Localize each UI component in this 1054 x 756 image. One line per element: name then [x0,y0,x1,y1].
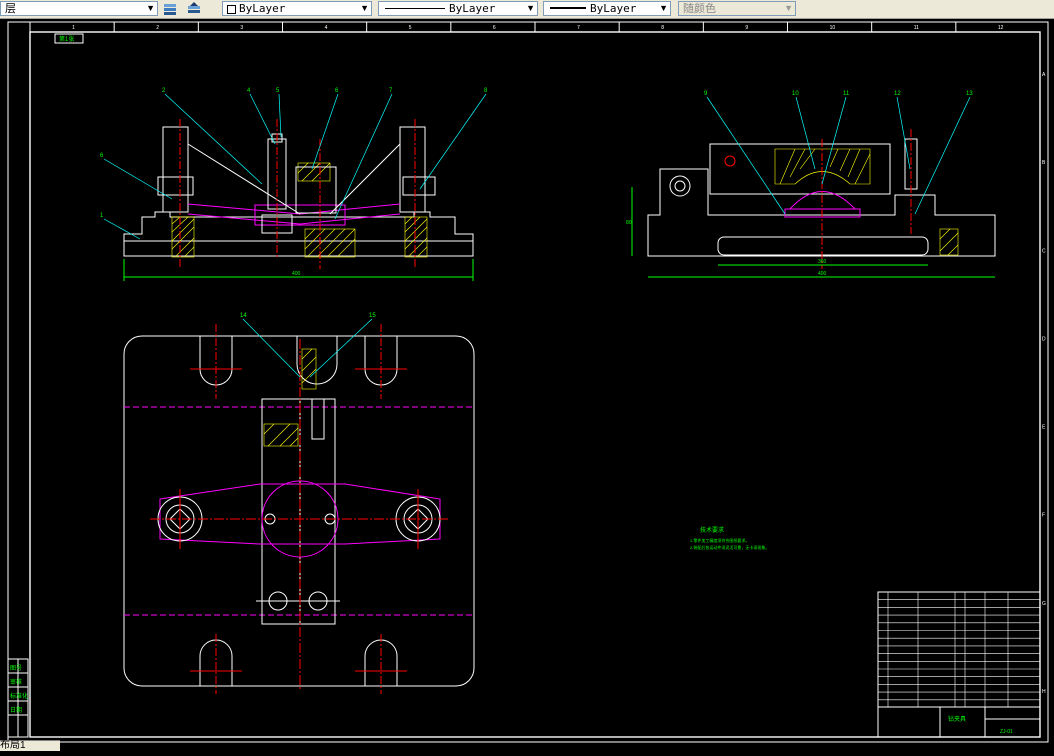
balloon: 10 [792,91,799,97]
column-number: 9 [745,25,748,31]
column-number: 1 [72,25,75,31]
chevron-down-icon: ▼ [784,3,793,13]
title-block: 钻夹具 ZJ-01 [877,591,1041,738]
column-number: 4 [325,25,328,31]
column-number: 5 [409,25,412,31]
left-strip-label: 图号 [10,665,22,672]
column-number: 10 [830,25,836,31]
layout-tab[interactable]: 布局1 [0,740,60,751]
column-number: 7 [577,25,580,31]
tech-line: 2.装配后各运动件须灵活可靠，无卡滞现象。 [690,544,769,550]
column-number: 8 [661,25,664,31]
balloon: 4 [247,88,251,94]
layer-dropdown[interactable]: 层 ▼ [0,1,158,16]
lineweight-dropdown[interactable]: ByLayer ▼ [543,1,671,16]
row-letter: D [1042,336,1046,342]
color-dropdown[interactable]: ByLayer ▼ [222,1,372,16]
left-strip-label: 标准化 [10,692,28,700]
row-letter: H [1042,689,1046,695]
plotstyle-dropdown[interactable]: 随颜色 ▼ [678,1,796,16]
column-numbers: 1 2 3 4 5 6 7 8 9 10 11 12 [29,22,1004,32]
column-number: 3 [240,25,243,31]
outer-frame [7,21,1049,743]
linetype-dropdown[interactable]: ByLayer ▼ [378,1,538,16]
balloon: 5 [276,88,280,94]
chevron-down-icon: ▼ [146,3,155,13]
layer-previous-icon[interactable] [186,1,202,16]
tech-title: 技术要求 [700,526,724,534]
row-letters: A B C D E F G H [1042,72,1046,695]
front-view: 400 2 4 5 6 7 8 6 1 [100,88,488,281]
row-letter: C [1042,248,1046,254]
side-inner-dim: 360 [818,259,827,265]
left-strip-label: 审核 [10,678,22,686]
balloon: 9 [704,91,708,97]
side-view: 400 360 80 9 10 11 12 13 [626,91,996,278]
balloon: 1 [100,213,104,219]
row-letter: A [1042,72,1046,78]
side-height-dim: 80 [626,220,632,226]
plan-view: 14 15 [123,313,475,694]
left-strip-label: 日期 [10,706,22,714]
column-number: 12 [998,25,1004,31]
front-width-dim: 400 [292,271,301,277]
side-width-dim: 400 [818,271,827,277]
column-number: 2 [156,25,159,31]
row-letter: F [1042,513,1045,519]
lineweight-value: ByLayer [590,2,637,15]
balloon: 2 [162,88,166,94]
cad-drawing: 第1张 1 2 3 4 5 6 7 8 9 10 11 12 ABCDEFGH 图号 审核 标准化 日… [7,21,1049,743]
balloon: 14 [240,313,247,319]
technical-requirements: 技术要求 1.零件加工精度须符合图纸要求。 2.装配后各运动件须灵活可靠，无卡滞… [690,526,769,550]
inner-frame [29,31,1041,738]
balloon: 6 [100,153,104,159]
row-letter: E [1042,425,1046,431]
balloon: 13 [966,91,973,97]
linetype-value: ByLayer [449,2,496,15]
balloon: 12 [894,91,901,97]
top-left-tag: 第1张 [59,35,74,43]
layout-tab-label: 布局1 [0,740,26,751]
balloon: 6 [335,88,339,94]
title-block-code: ZJ-01 [1000,729,1013,735]
chevron-down-icon: ▼ [360,3,369,13]
row-letter: G [1042,601,1046,607]
plotstyle-value: 随颜色 [683,2,716,15]
column-number: 6 [493,25,496,31]
drawing-canvas[interactable]: 第1张 1 2 3 4 5 6 7 8 9 10 11 12 ABCDEFGH 图号 审核 标准化 日… [0,19,1054,751]
layer-states-icon[interactable] [162,1,178,16]
layer-label: 层 [5,2,16,15]
linetype-sample-icon [385,8,445,9]
balloon: 11 [843,91,850,97]
row-letter: B [1042,160,1046,166]
properties-toolbar: 层 ▼ ByLayer ▼ ByLayer ▼ ByLayer ▼ 随颜色 ▼ [0,0,1054,19]
color-swatch-icon [227,5,236,14]
tech-line: 1.零件加工精度须符合图纸要求。 [690,537,749,543]
balloon: 15 [369,313,376,319]
balloon: 7 [389,88,393,94]
left-strip: 图号 审核 标准化 日期 [7,658,29,738]
chevron-down-icon: ▼ [526,3,535,13]
balloon: 8 [484,88,488,94]
column-number: 11 [914,25,919,31]
lineweight-sample-icon [550,7,586,9]
title-block-name: 钻夹具 [948,715,966,723]
color-value: ByLayer [239,2,286,15]
chevron-down-icon: ▼ [659,3,668,13]
